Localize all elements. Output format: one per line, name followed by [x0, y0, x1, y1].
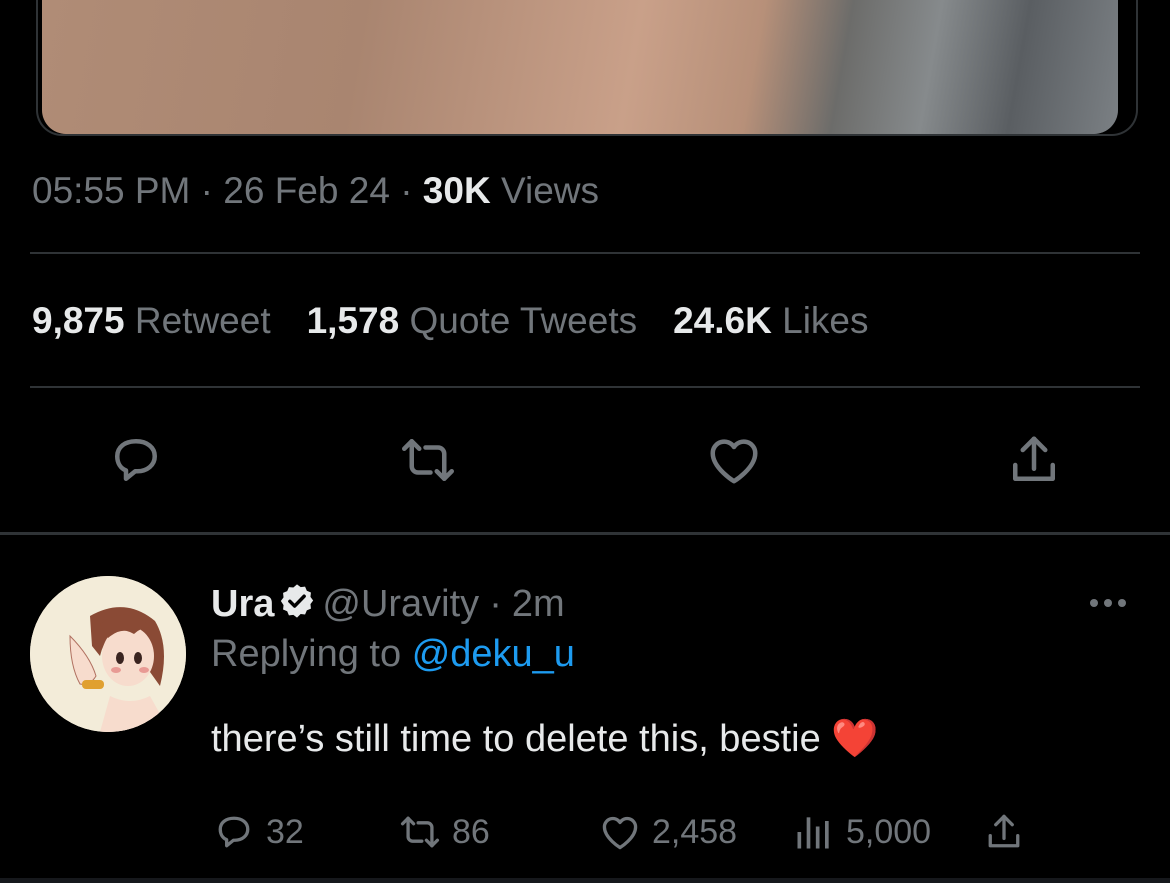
retweets-stat[interactable]: 9,875 Retweet — [32, 300, 271, 341]
quotes-label: Quote Tweets — [409, 300, 638, 341]
like-icon — [602, 816, 638, 850]
reply-like-button[interactable]: 2,458 — [598, 810, 737, 854]
likes-count: 24.6K — [673, 300, 772, 341]
more-options-icon[interactable] — [1086, 588, 1130, 618]
divider — [30, 386, 1140, 388]
quotes-count: 1,578 — [306, 300, 400, 341]
reply-text: there’s still time to delete this, besti… — [211, 717, 879, 761]
share-icon — [988, 814, 1020, 848]
tweet-media[interactable] — [36, 0, 1138, 136]
display-name[interactable]: Ura — [211, 583, 274, 625]
retweets-count: 9,875 — [32, 300, 125, 341]
replying-prefix: Replying to — [211, 633, 402, 675]
tweet-time: 05:55 PM — [32, 170, 191, 211]
tweet-stats: 9,875 Retweet 1,578 Quote Tweets 24.6K Lik… — [32, 300, 869, 342]
handle-separator: · — [489, 583, 502, 625]
likes-label: Likes — [782, 300, 869, 341]
bottom-divider — [0, 878, 1170, 883]
replying-to: Replying to @deku_u — [211, 633, 575, 676]
like-icon[interactable] — [704, 430, 764, 490]
user-handle[interactable]: @Uravity — [322, 583, 479, 625]
reply-share-button[interactable] — [982, 810, 1026, 854]
tweet-date: 26 Feb 24 — [223, 170, 390, 211]
meta-separator: · — [200, 170, 213, 211]
reply-icon — [218, 816, 250, 848]
tweet-media-image[interactable] — [42, 0, 1118, 134]
reply-text-content: there’s still time to delete this, besti… — [211, 718, 821, 760]
quotes-stat[interactable]: 1,578 Quote Tweets — [307, 300, 638, 341]
reply-action-bar: 32 86 2,458 5,000 — [0, 810, 1170, 860]
reply-icon[interactable] — [106, 430, 166, 490]
section-separator — [0, 532, 1170, 535]
likes-stat[interactable]: 24.6K Likes — [673, 300, 868, 341]
meta-separator: · — [400, 170, 413, 211]
avatar[interactable] — [30, 576, 186, 732]
reply-reply-button[interactable]: 32 — [212, 810, 304, 854]
retweet-icon — [400, 816, 440, 848]
heart-emoji: ❤️ — [831, 718, 879, 760]
reply-count: 32 — [266, 812, 304, 851]
reply-views-button[interactable]: 5,000 — [792, 810, 931, 854]
like-count: 2,458 — [652, 812, 738, 851]
retweet-count: 86 — [452, 812, 490, 851]
views-count: 30K — [422, 170, 491, 211]
retweets-label: Retweet — [134, 300, 271, 341]
views-icon — [797, 817, 829, 849]
reply-retweet-button[interactable]: 86 — [398, 810, 490, 854]
views-count: 5,000 — [846, 812, 932, 851]
divider — [30, 252, 1140, 254]
retweet-icon[interactable] — [398, 430, 458, 490]
avatar-illustration — [30, 576, 186, 732]
tweet-meta: 05:55 PM · 26 Feb 24 · 30K Views — [32, 170, 599, 212]
replying-mention[interactable]: @deku_u — [412, 633, 575, 675]
reply-time: 2m — [511, 583, 565, 625]
views-label: Views — [500, 170, 599, 211]
reply-header: Ura @Uravity · 2m — [211, 582, 565, 626]
verified-badge-icon — [278, 582, 316, 620]
share-icon[interactable] — [1004, 430, 1064, 490]
